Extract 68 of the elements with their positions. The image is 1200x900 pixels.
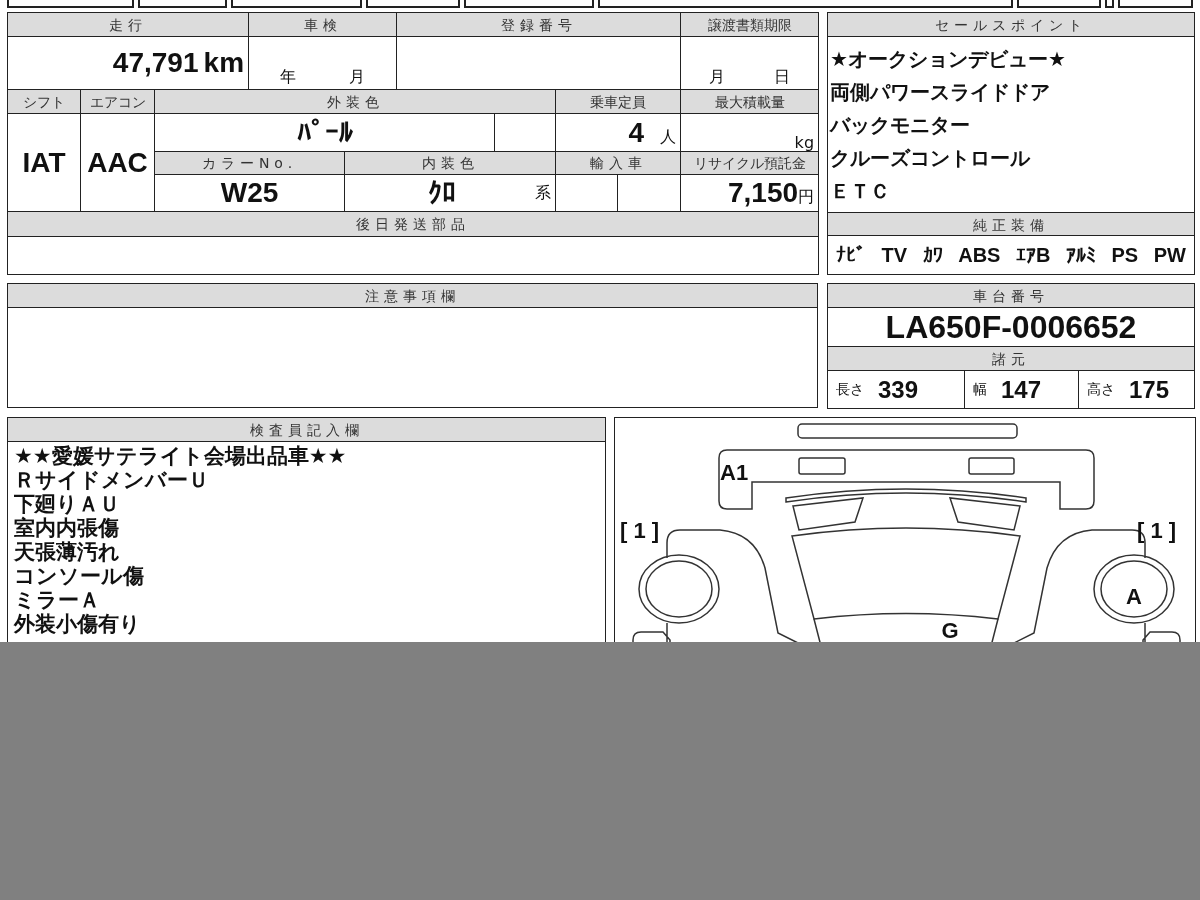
unit-label: 系 bbox=[535, 185, 552, 201]
spec-value: 147 bbox=[1001, 374, 1042, 405]
spec-label: 長さ bbox=[836, 380, 864, 399]
inspector-note: 天張薄汚れ bbox=[13, 540, 121, 564]
spec-value: 175 bbox=[1129, 374, 1170, 405]
form-cell-edge bbox=[1104, 0, 1115, 8]
equipment-item: ABS bbox=[958, 243, 1001, 268]
sales-point: ＥＴＣ bbox=[829, 178, 891, 205]
spec-value: 339 bbox=[878, 374, 919, 405]
equipment-item: PW bbox=[1153, 243, 1186, 268]
unit-label: kg bbox=[794, 133, 815, 152]
field-label: リサイクル預託金 bbox=[680, 151, 819, 175]
inspector-note: ＲサイドメンバーＵ bbox=[13, 468, 210, 492]
damage-code: A1 bbox=[720, 460, 749, 485]
field-value: IAT bbox=[7, 113, 81, 212]
damage-code: A bbox=[1126, 584, 1142, 609]
section-header: 諸元 bbox=[828, 347, 1194, 371]
field-label: 乗車定員 bbox=[555, 89, 681, 114]
sales-point: ★オークションデビュー★ bbox=[829, 46, 1067, 73]
inspector-note: コンソール傷 bbox=[13, 564, 145, 588]
section-header: 注意事項欄 bbox=[8, 284, 817, 308]
field-label: カラーNo. bbox=[154, 151, 345, 175]
field-value: AAC bbox=[80, 113, 155, 212]
sales-point: クルーズコントロール bbox=[829, 145, 1032, 172]
equipment-item: ｶﾜ bbox=[922, 243, 943, 268]
unit-label: km bbox=[203, 47, 245, 78]
field-label: 車検 bbox=[248, 12, 397, 37]
field-label: 登録番号 bbox=[396, 12, 681, 37]
sales-point: バックモニター bbox=[828, 112, 971, 139]
unit-label: 人 bbox=[660, 126, 677, 146]
mileage-value: 47,791 bbox=[112, 47, 199, 78]
spec-label: 幅 bbox=[973, 380, 987, 399]
damage-code: G bbox=[941, 618, 959, 643]
field-label: 譲渡書類期限 bbox=[680, 12, 819, 37]
equipment-item: ｴｱB bbox=[1016, 243, 1051, 268]
field-value: ﾊﾟｰﾙ bbox=[154, 113, 495, 152]
section-header: 検査員記入欄 bbox=[8, 418, 605, 442]
equipment-item: ﾅﾋﾞ bbox=[836, 243, 866, 268]
inspector-note: 室内内張傷 bbox=[13, 516, 120, 540]
field-label: 最大積載量 bbox=[680, 89, 819, 114]
unit-label: 月 bbox=[709, 69, 726, 85]
sales-point: 両側パワースライドドア bbox=[829, 79, 1051, 106]
unit-label: 円 bbox=[798, 187, 815, 206]
section-header: 純正装備 bbox=[828, 212, 1194, 236]
inspector-note: 下廻りＡＵ bbox=[13, 492, 121, 516]
equipment-item: TV bbox=[881, 243, 908, 268]
unit-label: 月 bbox=[349, 69, 366, 85]
field-value: 4 bbox=[628, 116, 645, 148]
field-label: 輸入車 bbox=[555, 151, 681, 175]
equipment-item: ｱﾙﾐ bbox=[1066, 243, 1096, 268]
field-value: 7,150 bbox=[727, 177, 799, 208]
field-label: 後日発送部品 bbox=[7, 211, 819, 237]
section-header: 車台番号 bbox=[828, 284, 1194, 308]
section-header: セールスポイント bbox=[828, 13, 1194, 37]
field-value: ｸﾛ bbox=[428, 179, 457, 207]
inspector-note: ミラーＡ bbox=[13, 588, 101, 612]
field-value: W25 bbox=[154, 174, 345, 212]
damage-code: [ 1 ] bbox=[620, 518, 660, 543]
field-label: 内装色 bbox=[344, 151, 556, 175]
inspector-note: ★★愛媛サテライト会場出品車★★ bbox=[13, 444, 348, 468]
inspector-note: 外装小傷有り bbox=[12, 612, 142, 636]
field-label: 走行 bbox=[7, 12, 249, 37]
equipment-item: PS bbox=[1111, 243, 1139, 268]
spec-label: 高さ bbox=[1087, 380, 1115, 399]
field-label: 外装色 bbox=[154, 89, 556, 114]
field-label: シフト bbox=[7, 89, 81, 114]
unit-label: 年 bbox=[279, 69, 296, 85]
unit-label: 日 bbox=[773, 69, 790, 85]
